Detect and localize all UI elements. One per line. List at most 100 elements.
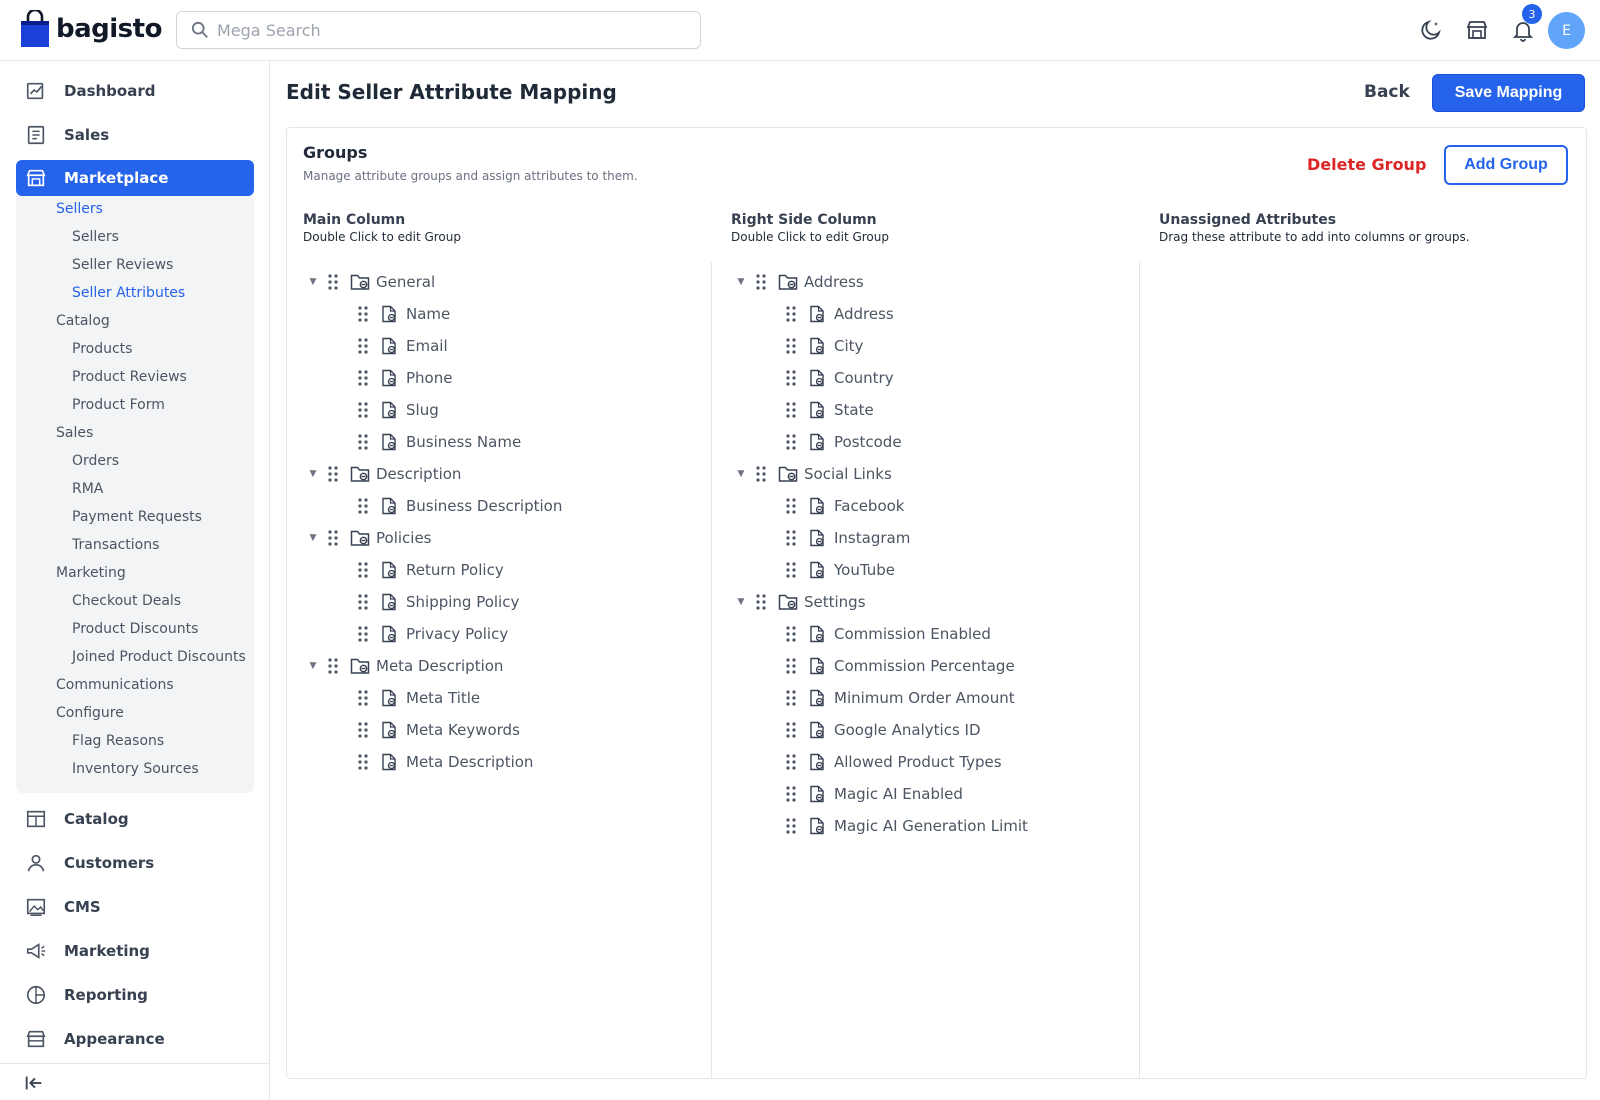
sidebar-item-catalog[interactable]: Catalog xyxy=(16,801,254,837)
drag-handle-icon[interactable] xyxy=(356,721,370,739)
submenu-catalog[interactable]: Catalog xyxy=(56,313,110,329)
submenu-payment-requests[interactable]: Payment Requests xyxy=(72,509,202,525)
sidebar-item-cms[interactable]: CMS xyxy=(16,889,254,925)
attribute-row[interactable]: Privacy Policy xyxy=(356,622,508,646)
attribute-row[interactable]: YouTube xyxy=(784,558,895,582)
submenu-marketing[interactable]: Marketing xyxy=(56,565,126,581)
caret-down-icon[interactable]: ▼ xyxy=(736,277,746,287)
drag-handle-icon[interactable] xyxy=(784,561,798,579)
submenu-sales[interactable]: Sales xyxy=(56,425,93,441)
group-name[interactable]: Settings xyxy=(804,593,866,611)
sidebar-item-sales[interactable]: Sales xyxy=(16,117,254,153)
drag-handle-icon[interactable] xyxy=(326,529,340,547)
attribute-row[interactable]: Country xyxy=(784,366,894,390)
attribute-row[interactable]: State xyxy=(784,398,874,422)
drag-handle-icon[interactable] xyxy=(784,497,798,515)
mega-search[interactable] xyxy=(176,11,701,49)
submenu-seller-reviews[interactable]: Seller Reviews xyxy=(72,257,173,273)
drag-handle-icon[interactable] xyxy=(784,529,798,547)
drag-handle-icon[interactable] xyxy=(784,625,798,643)
drag-handle-icon[interactable] xyxy=(754,465,768,483)
drag-handle-icon[interactable] xyxy=(326,465,340,483)
caret-down-icon[interactable]: ▼ xyxy=(308,661,318,671)
drag-handle-icon[interactable] xyxy=(784,689,798,707)
drag-handle-icon[interactable] xyxy=(356,593,370,611)
drag-handle-icon[interactable] xyxy=(784,401,798,419)
avatar[interactable]: E xyxy=(1548,12,1585,49)
drag-handle-icon[interactable] xyxy=(784,305,798,323)
drag-handle-icon[interactable] xyxy=(356,369,370,387)
submenu-seller-attributes[interactable]: Seller Attributes xyxy=(72,285,185,301)
submenu-sellers-list[interactable]: Sellers xyxy=(72,229,119,245)
attribute-row[interactable]: Magic AI Generation Limit xyxy=(784,814,1028,838)
submenu-sellers[interactable]: Sellers xyxy=(56,201,103,217)
submenu-inventory-sources[interactable]: Inventory Sources xyxy=(72,761,199,777)
attribute-row[interactable]: Postcode xyxy=(784,430,902,454)
attribute-row[interactable]: Business Description xyxy=(356,494,562,518)
submenu-orders[interactable]: Orders xyxy=(72,453,119,469)
attribute-row[interactable]: Business Name xyxy=(356,430,521,454)
attribute-row[interactable]: Minimum Order Amount xyxy=(784,686,1015,710)
group-name[interactable]: Description xyxy=(376,465,461,483)
group-row[interactable]: ▼ Description xyxy=(308,462,462,486)
group-row[interactable]: ▼ Social Links xyxy=(736,462,892,486)
attribute-row[interactable]: Commission Percentage xyxy=(784,654,1015,678)
caret-down-icon[interactable]: ▼ xyxy=(308,533,318,543)
attribute-row[interactable]: Slug xyxy=(356,398,439,422)
drag-handle-icon[interactable] xyxy=(784,433,798,451)
attribute-row[interactable]: Shipping Policy xyxy=(356,590,519,614)
sidebar-item-dashboard[interactable]: Dashboard xyxy=(16,73,254,109)
group-row[interactable]: ▼ Settings xyxy=(736,590,866,614)
submenu-product-reviews[interactable]: Product Reviews xyxy=(72,369,187,385)
attribute-row[interactable]: Facebook xyxy=(784,494,904,518)
add-group-button[interactable]: Add Group xyxy=(1444,145,1568,185)
sidebar-item-reporting[interactable]: Reporting xyxy=(16,977,254,1013)
attribute-row[interactable]: Meta Keywords xyxy=(356,718,520,742)
drag-handle-icon[interactable] xyxy=(784,337,798,355)
drag-handle-icon[interactable] xyxy=(356,497,370,515)
submenu-product-form[interactable]: Product Form xyxy=(72,397,165,413)
attribute-row[interactable]: Google Analytics ID xyxy=(784,718,981,742)
drag-handle-icon[interactable] xyxy=(356,305,370,323)
brand-logo[interactable]: bagisto xyxy=(20,8,162,48)
drag-handle-icon[interactable] xyxy=(784,369,798,387)
drag-handle-icon[interactable] xyxy=(356,337,370,355)
submenu-checkout-deals[interactable]: Checkout Deals xyxy=(72,593,181,609)
attribute-row[interactable]: Meta Title xyxy=(356,686,480,710)
drag-handle-icon[interactable] xyxy=(356,689,370,707)
attribute-row[interactable]: Name xyxy=(356,302,450,326)
attribute-row[interactable]: Address xyxy=(784,302,894,326)
attribute-row[interactable]: Email xyxy=(356,334,448,358)
submenu-product-discounts[interactable]: Product Discounts xyxy=(72,621,198,637)
caret-down-icon[interactable]: ▼ xyxy=(736,597,746,607)
drag-handle-icon[interactable] xyxy=(754,593,768,611)
attribute-row[interactable]: Meta Description xyxy=(356,750,533,774)
attribute-row[interactable]: City xyxy=(784,334,863,358)
back-button[interactable]: Back xyxy=(1352,78,1422,106)
caret-down-icon[interactable]: ▼ xyxy=(308,277,318,287)
delete-group-button[interactable]: Delete Group xyxy=(1307,155,1426,174)
collapse-sidebar-icon[interactable] xyxy=(23,1072,45,1094)
group-name[interactable]: Policies xyxy=(376,529,431,547)
drag-handle-icon[interactable] xyxy=(784,753,798,771)
sidebar-item-appearance[interactable]: Appearance xyxy=(16,1021,254,1057)
submenu-communications[interactable]: Communications xyxy=(56,677,174,693)
submenu-flag-reasons[interactable]: Flag Reasons xyxy=(72,733,164,749)
submenu-joined-product-discounts[interactable]: Joined Product Discounts xyxy=(72,649,246,665)
submenu-configure[interactable]: Configure xyxy=(56,705,124,721)
group-name[interactable]: Social Links xyxy=(804,465,892,483)
group-name[interactable]: Meta Description xyxy=(376,657,503,675)
drag-handle-icon[interactable] xyxy=(356,753,370,771)
unassigned-dropzone[interactable] xyxy=(1140,262,1586,1078)
sidebar-item-customers[interactable]: Customers xyxy=(16,845,254,881)
submenu-products[interactable]: Products xyxy=(72,341,132,357)
drag-handle-icon[interactable] xyxy=(784,785,798,803)
save-mapping-button[interactable]: Save Mapping xyxy=(1432,74,1585,112)
drag-handle-icon[interactable] xyxy=(326,657,340,675)
sidebar-item-marketplace[interactable]: Marketplace xyxy=(16,160,254,196)
drag-handle-icon[interactable] xyxy=(356,625,370,643)
drag-handle-icon[interactable] xyxy=(754,273,768,291)
drag-handle-icon[interactable] xyxy=(326,273,340,291)
group-row[interactable]: ▼ Policies xyxy=(308,526,432,550)
group-name[interactable]: General xyxy=(376,273,435,291)
